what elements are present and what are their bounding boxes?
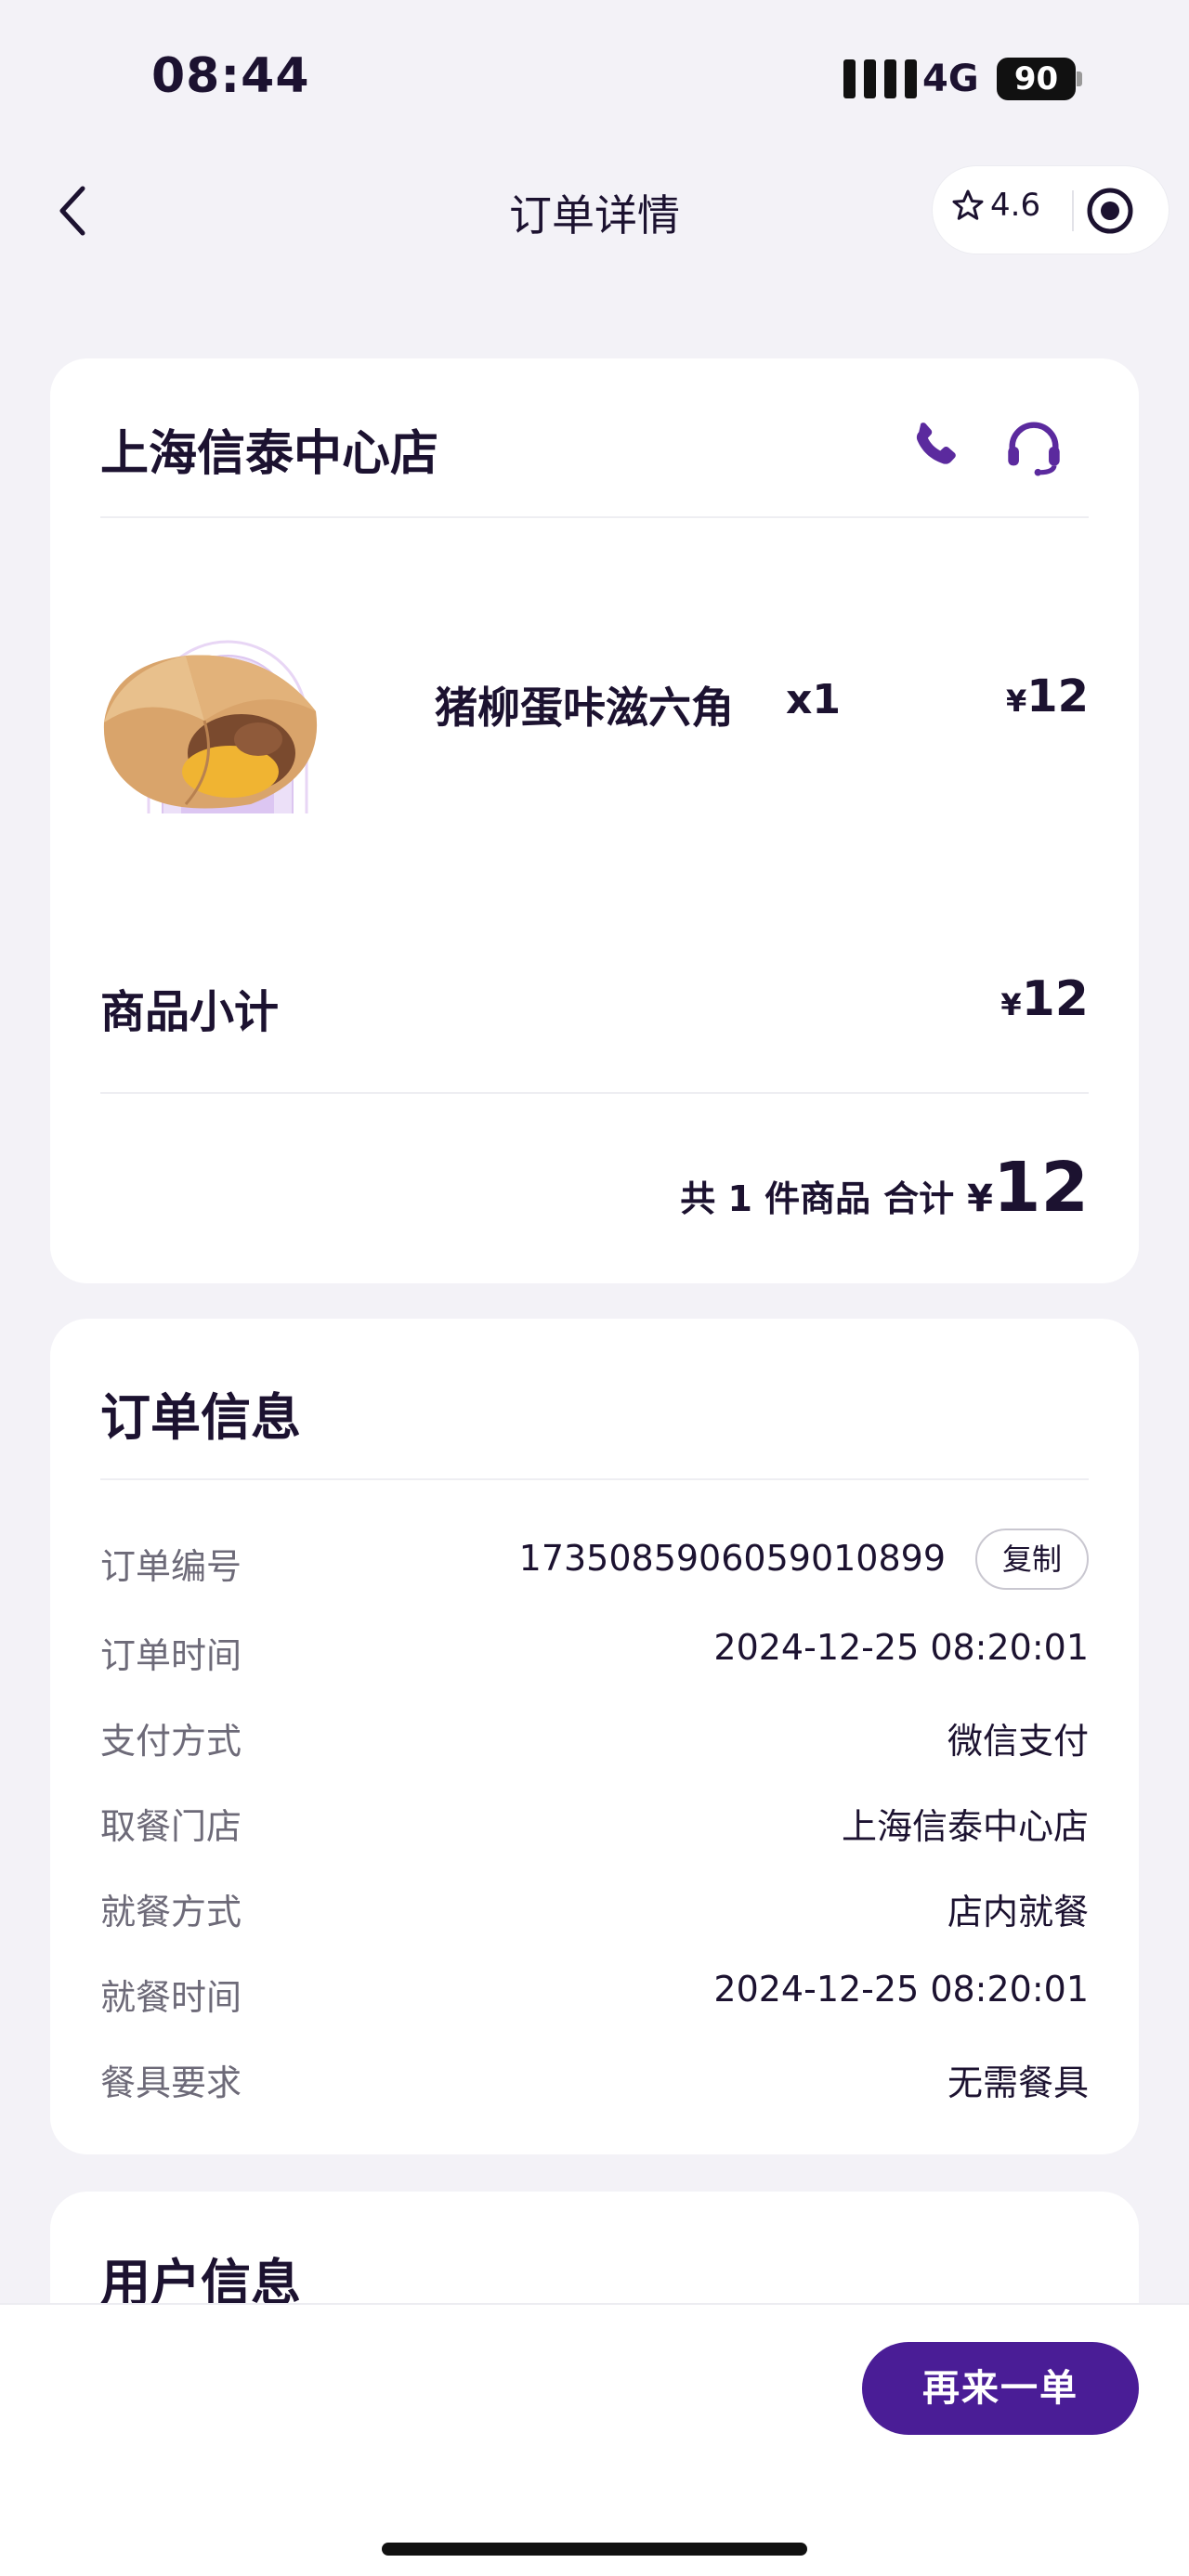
phone-icon [916, 423, 956, 464]
order-info-card: 订单信息 订单编号 1735085906059010899 复制 订单时间 20… [50, 1319, 1139, 2154]
signal-icon [843, 59, 917, 98]
dining-method-row: 就餐方式 店内就餐 [100, 1874, 1089, 1939]
currency-symbol: ¥ [1000, 987, 1022, 1022]
mini-program-capsule: 4.6 [932, 165, 1169, 254]
order-items-card: 上海信泰中心店 猪柳蛋咔滋六角 x1 ¥12 商品小计 ¥12 共 1 件商品 … [50, 358, 1139, 1283]
divider [100, 1478, 1089, 1480]
product-image [93, 581, 362, 823]
bottom-action-bar: 再来一单 [0, 2303, 1189, 2576]
item-count: 共 1 件商品 [680, 1178, 871, 1219]
copy-button[interactable]: 复制 [975, 1529, 1089, 1590]
row-label: 订单时间 [100, 1635, 242, 1676]
total-value: 12 [993, 1148, 1089, 1228]
utensils-row: 餐具要求 无需餐具 [100, 2045, 1089, 2110]
product-price: ¥12 [1006, 670, 1089, 722]
rating-button[interactable]: 4.6 [951, 187, 1040, 224]
order-number: 1735085906059010899 [518, 1538, 946, 1579]
row-value: 店内就餐 [947, 1892, 1089, 1932]
currency-symbol: ¥ [1005, 683, 1027, 719]
close-mini-program-button[interactable] [1084, 185, 1136, 237]
divider [100, 516, 1089, 518]
customer-service-button[interactable] [1001, 414, 1066, 479]
row-label: 餐具要求 [100, 2062, 242, 2103]
subtotal-value: ¥12 [1000, 971, 1089, 1027]
row-label: 订单编号 [100, 1546, 242, 1587]
nav-bar: 订单详情 4.6 [0, 156, 1189, 267]
status-bar: 08:44 4G 90 [0, 0, 1189, 149]
order-number-row: 订单编号 1735085906059010899 复制 [100, 1529, 1089, 1594]
store-name: 上海信泰中心店 [100, 426, 439, 482]
row-label: 就餐方式 [100, 1892, 242, 1932]
price-value: 12 [1026, 670, 1089, 722]
dining-time-row: 就餐时间 2024-12-25 08:20:01 [100, 1959, 1089, 2024]
row-value: 微信支付 [947, 1721, 1089, 1762]
row-value: 上海信泰中心店 [841, 1806, 1089, 1847]
row-label: 取餐门店 [100, 1806, 242, 1847]
row-value: 无需餐具 [947, 2062, 1089, 2103]
network-type: 4G [922, 58, 979, 100]
battery-level: 90 [997, 58, 1076, 100]
status-time: 08:44 [151, 48, 310, 104]
row-value: 2024-12-25 08:20:01 [713, 1969, 1089, 2010]
headset-icon [1008, 422, 1060, 476]
row-label: 支付方式 [100, 1721, 242, 1762]
subtotal-label: 商品小计 [100, 986, 280, 1038]
row-value: 2024-12-25 08:20:01 [713, 1627, 1089, 1668]
total-label: 合计 [883, 1178, 955, 1219]
order-time-row: 订单时间 2024-12-25 08:20:01 [100, 1618, 1089, 1683]
star-icon [952, 189, 984, 220]
divider [100, 1092, 1089, 1094]
target-icon [1087, 188, 1133, 234]
pickup-store-row: 取餐门店 上海信泰中心店 [100, 1789, 1089, 1854]
home-indicator [382, 2543, 807, 2556]
order-info-title: 订单信息 [100, 1388, 301, 1447]
rating-value: 4.6 [990, 187, 1041, 224]
total-amount: ¥12 [967, 1148, 1089, 1228]
order-detail-page: 08:44 4G 90 订单详情 4.6 上海信泰中心店 猪柳蛋咔滋六角 x1 … [0, 0, 1189, 2576]
product-name: 猪柳蛋咔滋六角 [435, 683, 734, 733]
reorder-button[interactable]: 再来一单 [862, 2342, 1139, 2435]
subtotal-amount: 12 [1021, 971, 1089, 1027]
product-quantity: x1 [786, 676, 841, 723]
payment-method-row: 支付方式 微信支付 [100, 1703, 1089, 1768]
order-summary: 共 1 件商品 合计 ¥12 [680, 1148, 1089, 1228]
call-store-button[interactable] [903, 414, 968, 479]
currency-symbol: ¥ [967, 1177, 994, 1220]
battery-icon: 90 [997, 58, 1082, 100]
row-label: 就餐时间 [100, 1977, 242, 2018]
